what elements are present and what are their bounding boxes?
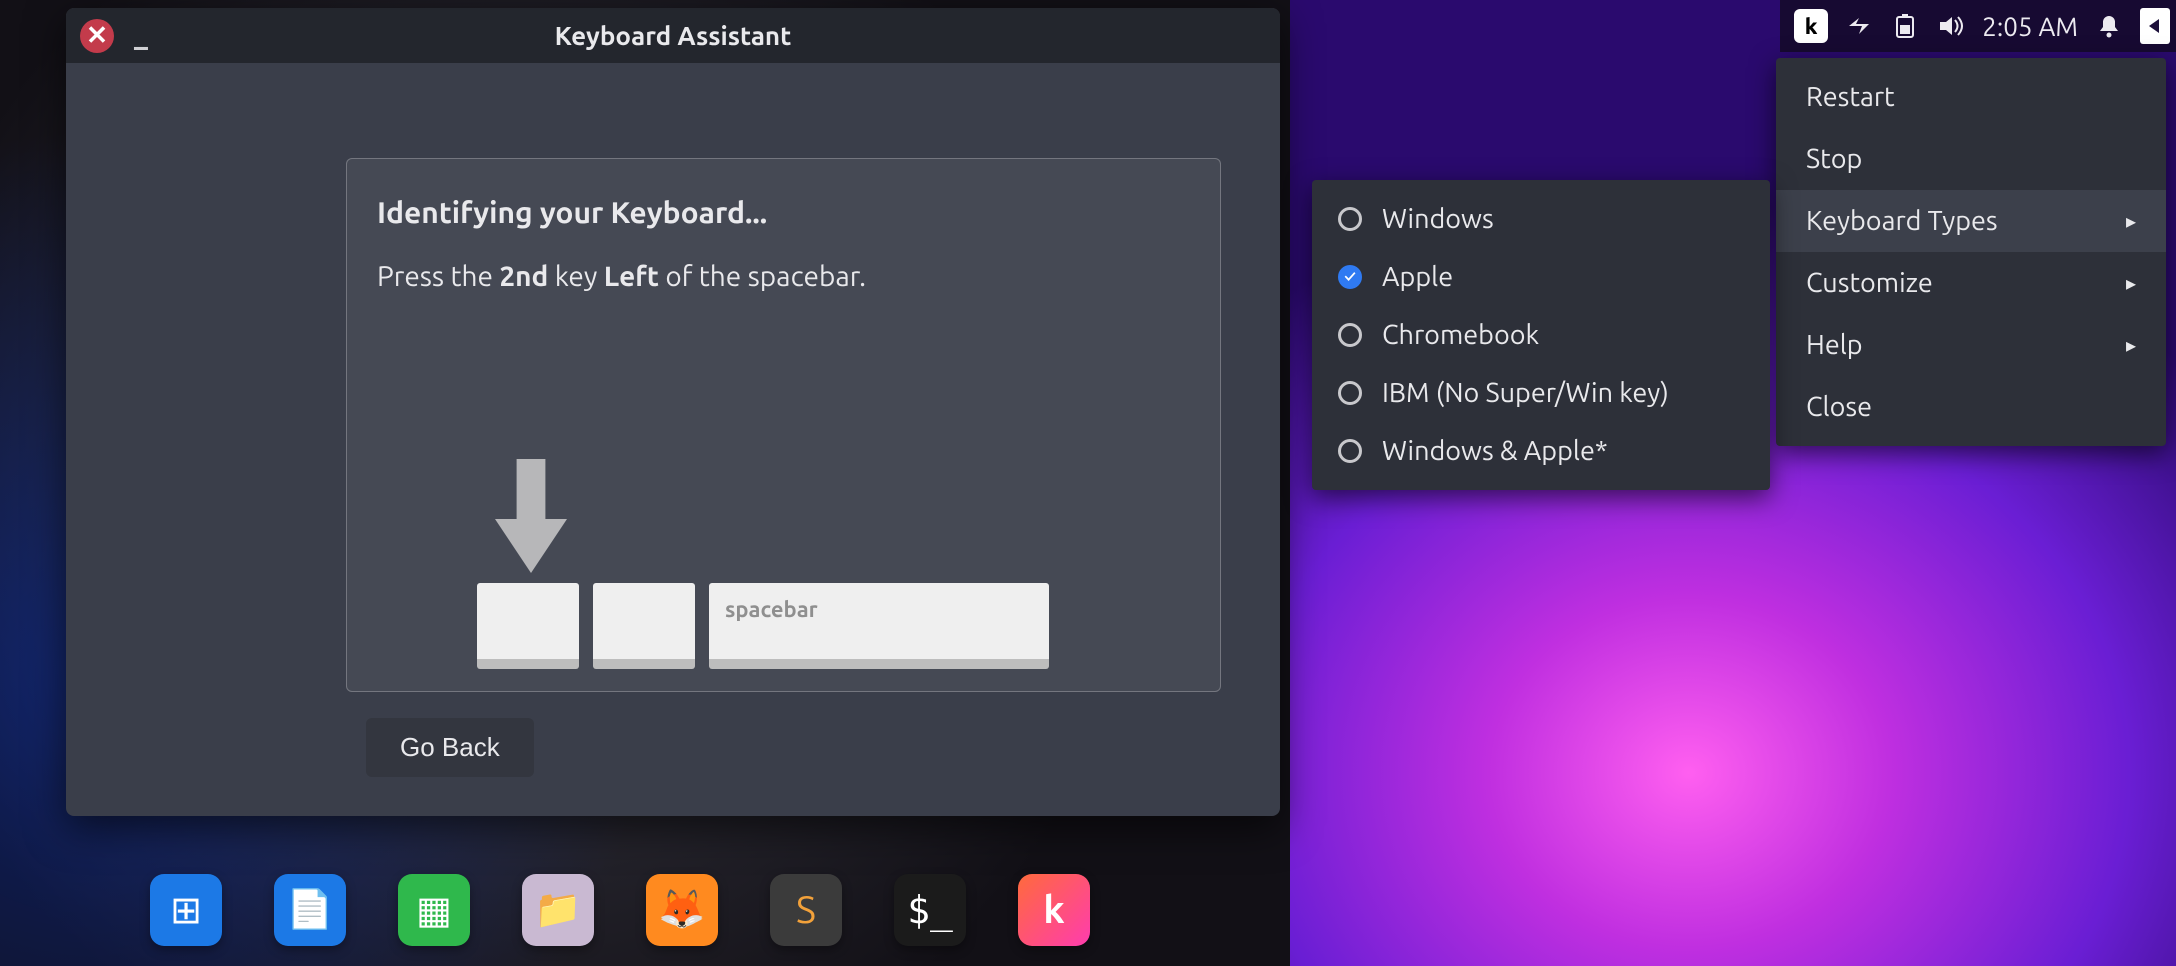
diagram-key-target bbox=[477, 583, 579, 669]
dock-app-kinto[interactable]: k bbox=[1018, 874, 1090, 946]
volume-icon[interactable] bbox=[1936, 11, 1966, 41]
menu-item-label: Help bbox=[1806, 330, 1863, 360]
radio-unchecked-icon bbox=[1338, 439, 1362, 463]
option-label: Windows bbox=[1382, 204, 1494, 234]
tray-kinto-icon[interactable]: k bbox=[1794, 9, 1828, 43]
menu-item-label: Customize bbox=[1806, 268, 1933, 298]
chevron-right-icon: ▸ bbox=[2126, 333, 2136, 357]
keyboard-types-submenu: Windows Apple Chromebook IBM (No Super/Win … bbox=[1312, 180, 1770, 490]
kbd-type-option-ibm-no-super-win-key-[interactable]: IBM (No Super/Win key) bbox=[1312, 364, 1770, 422]
network-icon[interactable] bbox=[1844, 11, 1874, 41]
menu-item-label: Stop bbox=[1806, 144, 1862, 174]
dock-app-firefox[interactable]: 🦊 bbox=[646, 874, 718, 946]
titlebar: ✕ _ Keyboard Assistant bbox=[66, 8, 1280, 63]
radio-unchecked-icon bbox=[1338, 381, 1362, 405]
option-label: Windows & Apple* bbox=[1382, 436, 1608, 466]
option-label: Chromebook bbox=[1382, 320, 1539, 350]
panel-instruction: Press the 2nd key Left of the spacebar. bbox=[377, 261, 1190, 292]
dock-app-sublime[interactable]: S bbox=[770, 874, 842, 946]
option-label: IBM (No Super/Win key) bbox=[1382, 378, 1669, 408]
kbd-type-option-windows-apple-[interactable]: Windows & Apple* bbox=[1312, 422, 1770, 480]
battery-icon[interactable] bbox=[1890, 11, 1920, 41]
dock-app-calc[interactable]: ▦ bbox=[398, 874, 470, 946]
menu-item-label: Close bbox=[1806, 392, 1872, 422]
dock-app-terminal[interactable]: $_ bbox=[894, 874, 966, 946]
tray-menu-item-close[interactable]: Close bbox=[1776, 376, 2166, 438]
chevron-right-icon: ▸ bbox=[2126, 209, 2136, 233]
notifications-icon[interactable] bbox=[2094, 11, 2124, 41]
go-back-button[interactable]: Go Back bbox=[366, 718, 534, 777]
tray-menu-item-restart[interactable]: Restart bbox=[1776, 66, 2166, 128]
diagram-key-adjacent bbox=[593, 583, 695, 669]
option-label: Apple bbox=[1382, 262, 1453, 292]
panel-heading: Identifying your Keyboard... bbox=[377, 195, 1190, 229]
dock-app-writer[interactable]: 📄 bbox=[274, 874, 346, 946]
chevron-right-icon: ▸ bbox=[2126, 271, 2136, 295]
dock: ⊞ 📄 ▦ 📁 🦊 S $_ k bbox=[150, 874, 1090, 946]
system-top-bar: k 2:05 AM bbox=[1780, 0, 2176, 52]
kinto-tray-menu: RestartStopKeyboard Types▸Customize▸Help… bbox=[1776, 58, 2166, 446]
minimize-button[interactable]: _ bbox=[128, 20, 154, 51]
keyboard-assistant-window: ✕ _ Keyboard Assistant Identifying your … bbox=[66, 8, 1280, 816]
session-icon[interactable] bbox=[2140, 8, 2170, 44]
tray-menu-item-stop[interactable]: Stop bbox=[1776, 128, 2166, 190]
menu-item-label: Restart bbox=[1806, 82, 1895, 112]
kbd-type-option-apple[interactable]: Apple bbox=[1312, 248, 1770, 306]
tray-menu-item-help[interactable]: Help ▸ bbox=[1776, 314, 2166, 376]
kbd-type-option-windows[interactable]: Windows bbox=[1312, 190, 1770, 248]
radio-checked-icon bbox=[1338, 265, 1362, 289]
wizard-panel: Identifying your Keyboard... Press the 2… bbox=[346, 158, 1221, 692]
tray-menu-item-customize[interactable]: Customize ▸ bbox=[1776, 252, 2166, 314]
dock-app-files[interactable]: 📁 bbox=[522, 874, 594, 946]
window-title: Keyboard Assistant bbox=[66, 21, 1280, 50]
keyboard-diagram: spacebar bbox=[477, 459, 1049, 659]
arrow-down-icon bbox=[491, 459, 571, 579]
radio-unchecked-icon bbox=[1338, 323, 1362, 347]
tray-menu-item-keyboard-types[interactable]: Keyboard Types ▸ bbox=[1776, 190, 2166, 252]
close-button[interactable]: ✕ bbox=[80, 19, 114, 53]
kbd-type-option-chromebook[interactable]: Chromebook bbox=[1312, 306, 1770, 364]
dock-app-menu[interactable]: ⊞ bbox=[150, 874, 222, 946]
clock[interactable]: 2:05 AM bbox=[1982, 12, 2078, 41]
diagram-key-spacebar: spacebar bbox=[709, 583, 1049, 669]
menu-item-label: Keyboard Types bbox=[1806, 206, 1998, 236]
radio-unchecked-icon bbox=[1338, 207, 1362, 231]
